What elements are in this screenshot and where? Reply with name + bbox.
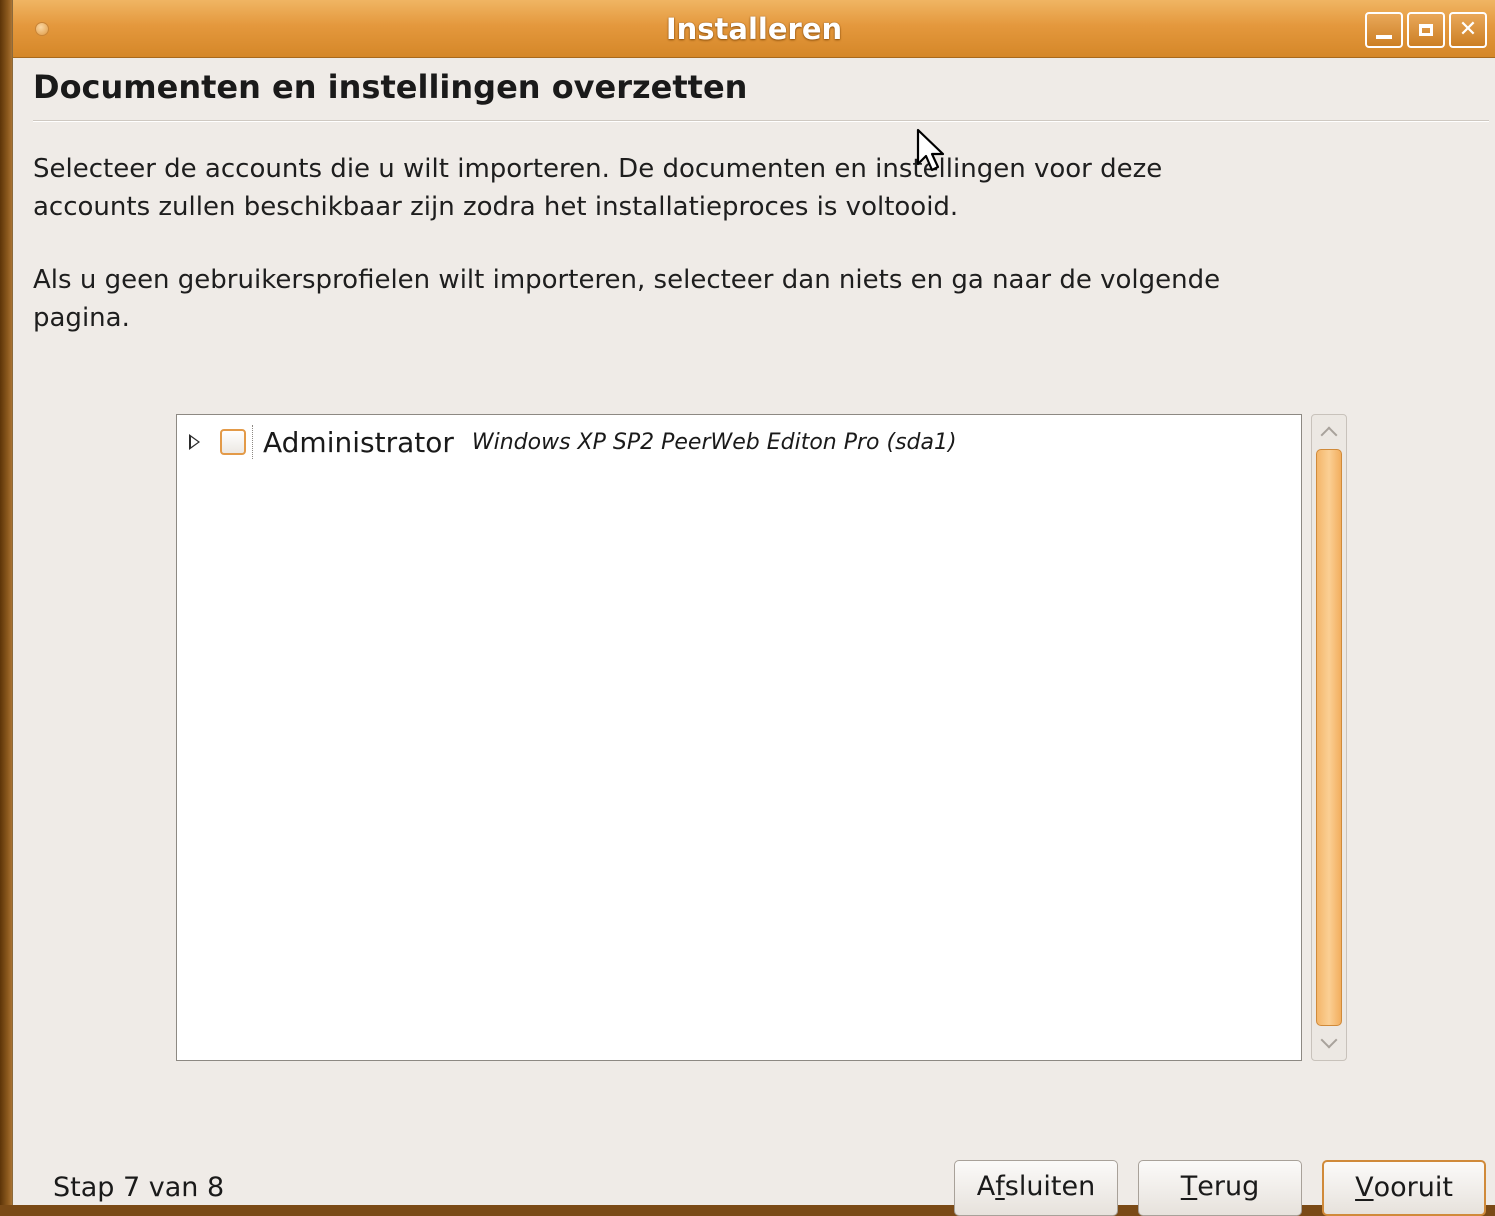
forward-button[interactable]: Vooruit bbox=[1322, 1160, 1486, 1216]
quit-button[interactable]: Af sluiten bbox=[954, 1160, 1118, 1216]
quit-mnemonic: f bbox=[995, 1171, 1005, 1202]
heading-separator bbox=[33, 120, 1489, 122]
close-icon: ✕ bbox=[1458, 17, 1478, 42]
account-tree-view[interactable]: Administrator Windows XP SP2 PeerWeb Edi… bbox=[176, 414, 1302, 1061]
checkbox-cell bbox=[220, 425, 253, 459]
account-checkbox[interactable] bbox=[220, 429, 246, 455]
minimize-icon bbox=[1376, 35, 1392, 39]
skip-paragraph: Als u geen gebruikersprofielen wilt impo… bbox=[33, 261, 1323, 337]
skip-line-1: Als u geen gebruikersprofielen wilt impo… bbox=[33, 265, 1221, 295]
minimize-button[interactable] bbox=[1365, 12, 1403, 48]
installer-window: Installeren ✕ Documenten en instellingen… bbox=[12, 0, 1495, 1216]
step-indicator: Stap 7 van 8 bbox=[53, 1172, 225, 1203]
skip-line-2: pagina. bbox=[33, 303, 130, 333]
window-controls: ✕ bbox=[1365, 12, 1487, 48]
maximize-icon bbox=[1419, 24, 1433, 36]
instruction-line-2: accounts zullen beschikbaar zijn zodra h… bbox=[33, 192, 959, 222]
page-heading: Documenten en instellingen overzetten bbox=[33, 68, 748, 106]
scrollbar-thumb[interactable] bbox=[1316, 449, 1342, 1026]
instruction-paragraph: Selecteer de accounts die u wilt importe… bbox=[33, 150, 1323, 226]
back-label-post: erug bbox=[1197, 1171, 1260, 1202]
back-button[interactable]: Terug bbox=[1138, 1160, 1302, 1216]
vertical-scrollbar[interactable] bbox=[1311, 414, 1347, 1061]
close-button[interactable]: ✕ bbox=[1449, 12, 1487, 48]
expander-arrow-icon[interactable] bbox=[189, 434, 200, 450]
account-row[interactable]: Administrator Windows XP SP2 PeerWeb Edi… bbox=[177, 421, 1301, 463]
quit-label-post: sluiten bbox=[1004, 1171, 1096, 1202]
maximize-button[interactable] bbox=[1407, 12, 1445, 48]
next-mnemonic: V bbox=[1355, 1172, 1374, 1203]
scroll-up-icon[interactable] bbox=[1320, 426, 1338, 444]
next-label-post: ooruit bbox=[1373, 1172, 1453, 1203]
scroll-down-icon[interactable] bbox=[1320, 1031, 1338, 1049]
title-bar[interactable]: Installeren ✕ bbox=[13, 0, 1495, 58]
account-name: Administrator bbox=[263, 425, 454, 459]
instruction-line-1: Selecteer de accounts die u wilt importe… bbox=[33, 154, 1163, 184]
back-mnemonic: T bbox=[1180, 1171, 1198, 1202]
window-title: Installeren bbox=[665, 12, 843, 46]
quit-label-pre: A bbox=[976, 1171, 996, 1202]
mouse-pointer-icon bbox=[916, 128, 945, 172]
account-os: Windows XP SP2 PeerWeb Editon Pro (sda1) bbox=[471, 429, 957, 455]
